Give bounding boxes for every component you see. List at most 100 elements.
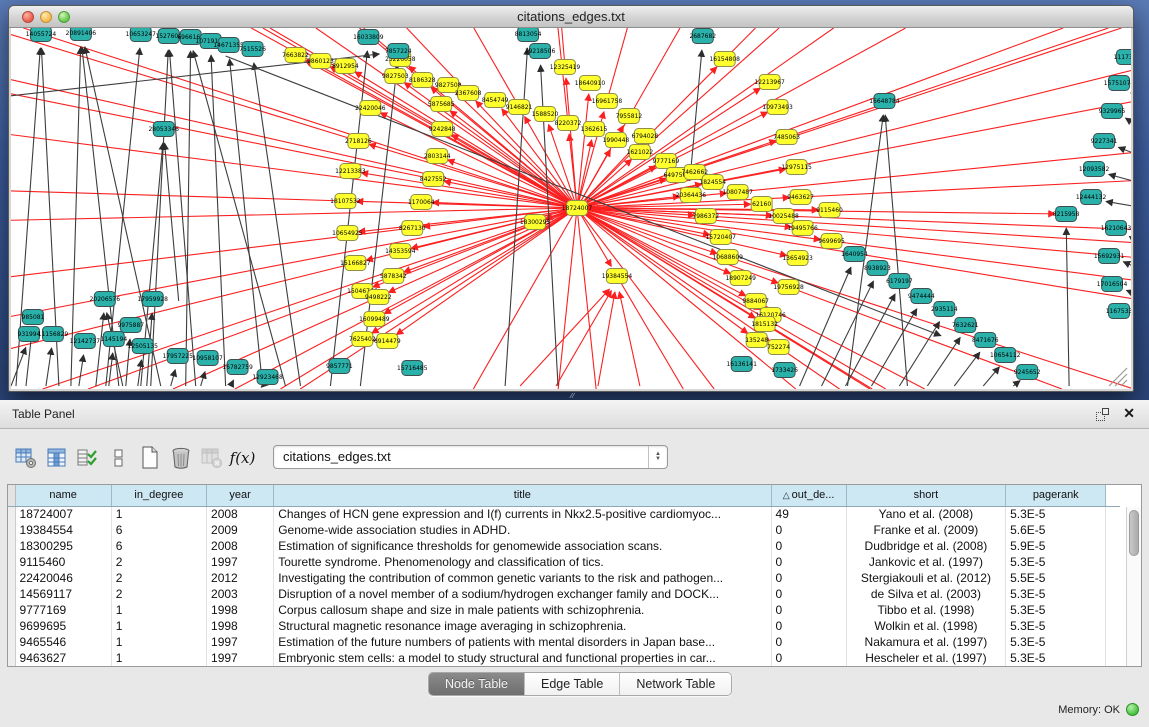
table-cell[interactable]: 0 [771, 650, 846, 666]
table-mode-button[interactable] [12, 445, 39, 471]
table-cell[interactable]: 5.3E-5 [1006, 634, 1106, 650]
delete-table-button[interactable] [167, 445, 194, 471]
table-cell[interactable]: 1998 [207, 602, 274, 618]
column-header-pagerank[interactable]: pagerank [1006, 485, 1106, 506]
table-cell[interactable]: 19384554 [15, 522, 111, 538]
table-cell[interactable]: 5.9E-5 [1006, 538, 1106, 554]
table-row[interactable]: 1872400712008Changes of HCN gene express… [8, 506, 1120, 522]
table-cell[interactable]: 2 [111, 586, 206, 602]
table-scrollbar-thumb[interactable] [1129, 510, 1139, 556]
table-cell[interactable]: Yano et al. (2008) [846, 506, 1005, 522]
table-cell[interactable]: 9465546 [15, 634, 111, 650]
table-row[interactable]: 1830029562008Estimation of significance … [8, 538, 1120, 554]
table-cell[interactable]: 14569117 [15, 586, 111, 602]
show-columns-button[interactable] [43, 445, 70, 471]
table-selector[interactable]: citations_edges.txt ▲▼ [273, 445, 668, 469]
table-cell[interactable]: Genome-wide association studies in ADHD. [274, 522, 771, 538]
table-cell[interactable]: 0 [771, 634, 846, 650]
window-resize-grip[interactable] [1109, 368, 1127, 386]
table-cell[interactable]: 2 [111, 570, 206, 586]
table-cell[interactable]: 6 [111, 522, 206, 538]
table-cell[interactable]: 5.5E-5 [1006, 570, 1106, 586]
table-cell[interactable]: 0 [771, 554, 846, 570]
table-cell[interactable]: 2009 [207, 522, 274, 538]
new-column-button[interactable] [74, 445, 101, 471]
table-cell[interactable]: 5.3E-5 [1006, 618, 1106, 634]
table-cell[interactable]: Changes of HCN gene expression and I(f) … [274, 506, 771, 522]
table-cell[interactable]: 18300295 [15, 538, 111, 554]
table-cell[interactable]: Embryonic stem cells: a model to study s… [274, 650, 771, 666]
table-cell[interactable]: Franke et al. (2009) [846, 522, 1005, 538]
table-cell[interactable]: 18724007 [15, 506, 111, 522]
table-scrollbar[interactable] [1126, 507, 1141, 666]
table-cell[interactable]: 49 [771, 506, 846, 522]
column-header-outde[interactable]: △out_de... [771, 485, 846, 506]
table-cell[interactable]: 2012 [207, 570, 274, 586]
table-cell[interactable]: 9115460 [15, 554, 111, 570]
table-cell[interactable]: Stergiakouli et al. (2012) [846, 570, 1005, 586]
table-row[interactable]: 946362711997Embryonic stem cells: a mode… [8, 650, 1120, 666]
table-cell[interactable]: 1997 [207, 554, 274, 570]
table-cell[interactable]: 1 [111, 602, 206, 618]
tab-edge-table[interactable]: Edge Table [525, 673, 620, 695]
table-cell[interactable]: 2 [111, 554, 206, 570]
table-cell[interactable]: 0 [771, 522, 846, 538]
table-cell[interactable]: 2008 [207, 538, 274, 554]
table-cell[interactable]: 1 [111, 618, 206, 634]
table-cell[interactable]: 5.3E-5 [1006, 586, 1106, 602]
table-cell[interactable]: 5.3E-5 [1006, 554, 1106, 570]
function-builder-button[interactable]: f(x) [229, 445, 256, 471]
table-row[interactable]: 911546021997Tourette syndrome. Phenomeno… [8, 554, 1120, 570]
table-cell[interactable]: Investigating the contribution of common… [274, 570, 771, 586]
row-tools-button[interactable] [105, 445, 132, 471]
zoom-window-button[interactable] [58, 11, 70, 23]
table-cell[interactable]: 1 [111, 650, 206, 666]
table-cell[interactable]: Hescheler et al. (1997) [846, 650, 1005, 666]
table-cell[interactable]: Wolkin et al. (1998) [846, 618, 1005, 634]
table-row[interactable]: 1938455462009Genome-wide association stu… [8, 522, 1120, 538]
table-row[interactable]: 946554611997Estimation of the future num… [8, 634, 1120, 650]
table-row[interactable]: 2242004622012Investigating the contribut… [8, 570, 1120, 586]
close-panel-icon[interactable]: ✕ [1123, 405, 1135, 422]
table-cell[interactable]: 6 [111, 538, 206, 554]
table-cell[interactable]: Structural magnetic resonance image aver… [274, 618, 771, 634]
memory-status-icon[interactable] [1126, 703, 1139, 716]
column-header-name[interactable]: name [15, 485, 111, 506]
column-header-title[interactable]: title [274, 485, 771, 506]
table-cell[interactable]: 0 [771, 538, 846, 554]
minimize-window-button[interactable] [40, 11, 52, 23]
table-cell[interactable]: 1997 [207, 634, 274, 650]
table-cell[interactable]: 9699695 [15, 618, 111, 634]
new-table-button[interactable] [136, 445, 163, 471]
column-header-short[interactable]: short [846, 485, 1005, 506]
window-titlebar[interactable]: citations_edges.txt [9, 6, 1133, 28]
table-cell[interactable]: 22420046 [15, 570, 111, 586]
table-cell[interactable]: 1 [111, 634, 206, 650]
panel-splitter-handle[interactable]: ⁄⁄ [566, 394, 580, 399]
network-view[interactable]: 1872400776638229860123891295425226058982… [11, 28, 1131, 389]
table-cell[interactable]: 0 [771, 570, 846, 586]
table-cell[interactable]: Estimation of significance thresholds fo… [274, 538, 771, 554]
tab-network-table[interactable]: Network Table [620, 673, 731, 695]
table-cell[interactable]: 2008 [207, 506, 274, 522]
table-cell[interactable]: 0 [771, 618, 846, 634]
table-cell[interactable]: 0 [771, 586, 846, 602]
table-row[interactable]: 977716911998Corpus callosum shape and si… [8, 602, 1120, 618]
table-cell[interactable]: 9777169 [15, 602, 111, 618]
column-header-indegree[interactable]: in_degree [111, 485, 206, 506]
table-cell[interactable]: 5.3E-5 [1006, 602, 1106, 618]
table-cell[interactable]: 0 [771, 602, 846, 618]
network-window[interactable]: citations_edges.txt 18724007766382298601… [8, 5, 1134, 392]
table-cell[interactable]: Disruption of a novel member of a sodium… [274, 586, 771, 602]
table-cell[interactable]: Tibbo et al. (1998) [846, 602, 1005, 618]
table-cell[interactable]: 5.3E-5 [1006, 650, 1106, 666]
float-panel-icon[interactable] [1096, 408, 1109, 421]
table-cell[interactable]: Nakamura et al. (1997) [846, 634, 1005, 650]
table-cell[interactable]: 5.3E-5 [1006, 506, 1106, 522]
table-cell[interactable]: 1998 [207, 618, 274, 634]
table-cell[interactable]: Dudbridge et al. (2008) [846, 538, 1005, 554]
table-cell[interactable]: Jankovic et al. (1997) [846, 554, 1005, 570]
table-cell[interactable]: 2003 [207, 586, 274, 602]
table-cell[interactable]: 1 [111, 506, 206, 522]
citation-network-graph[interactable]: 1872400776638229860123891295425226058982… [11, 28, 1131, 389]
